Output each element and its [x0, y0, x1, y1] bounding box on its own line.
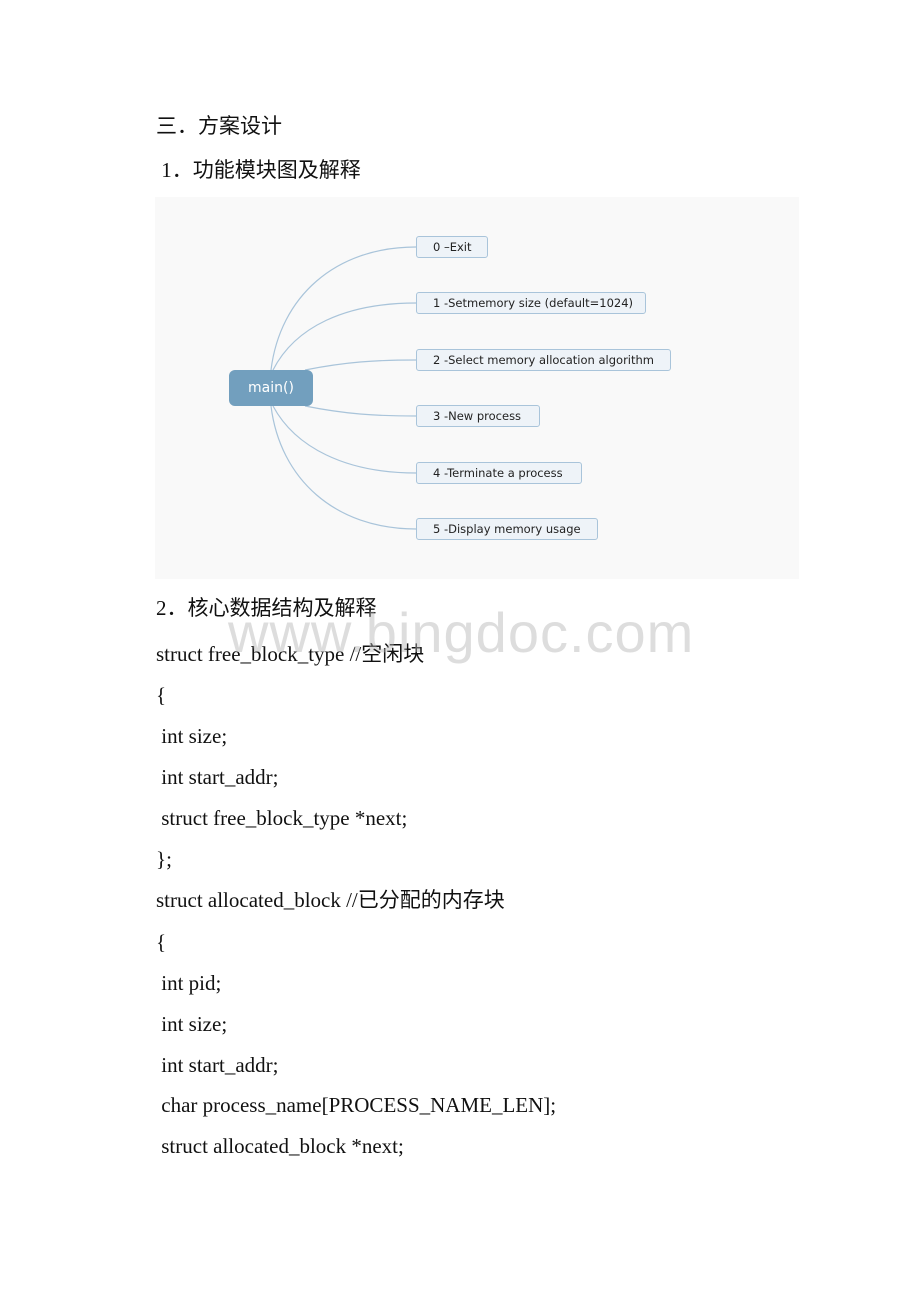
connector-3: [304, 405, 417, 417]
code-line: int pid;: [156, 971, 222, 995]
main-node: main(): [229, 370, 313, 406]
code-line: struct free_block_type //空闲块: [156, 642, 425, 666]
code-line: };: [156, 847, 172, 871]
connector-5: [270, 405, 417, 530]
node-new-process: 3 -New process: [416, 405, 540, 427]
code-line: {: [156, 930, 167, 954]
function-module-diagram: main() 0 –Exit 1 -Setmemory size (defaul…: [155, 197, 799, 579]
code-line: {: [156, 683, 167, 707]
code-line: int start_addr;: [156, 765, 279, 789]
node-set-memory-size: 1 -Setmemory size (default=1024): [416, 292, 646, 314]
subsection-heading-function-modules: 1．功能模块图及解释: [156, 158, 361, 182]
code-line: int size;: [156, 1012, 228, 1036]
code-line: struct allocated_block //已分配的内存块: [156, 888, 505, 912]
node-select-algorithm: 2 -Select memory allocation algorithm: [416, 349, 671, 371]
code-line: char process_name[PROCESS_NAME_LEN];: [156, 1093, 557, 1117]
code-line: struct free_block_type *next;: [156, 806, 408, 830]
node-display-memory: 5 -Display memory usage: [416, 518, 598, 540]
connector-2: [304, 359, 417, 371]
section-heading: 三．方案设计: [156, 114, 282, 138]
code-line: int size;: [156, 724, 228, 748]
node-exit: 0 –Exit: [416, 236, 488, 258]
code-line: int start_addr;: [156, 1053, 279, 1077]
subsection-heading-data-structures: 2．核心数据结构及解释: [156, 596, 377, 620]
node-terminate-process: 4 -Terminate a process: [416, 462, 582, 484]
code-line: struct allocated_block *next;: [156, 1134, 404, 1158]
connector-0: [270, 246, 417, 371]
